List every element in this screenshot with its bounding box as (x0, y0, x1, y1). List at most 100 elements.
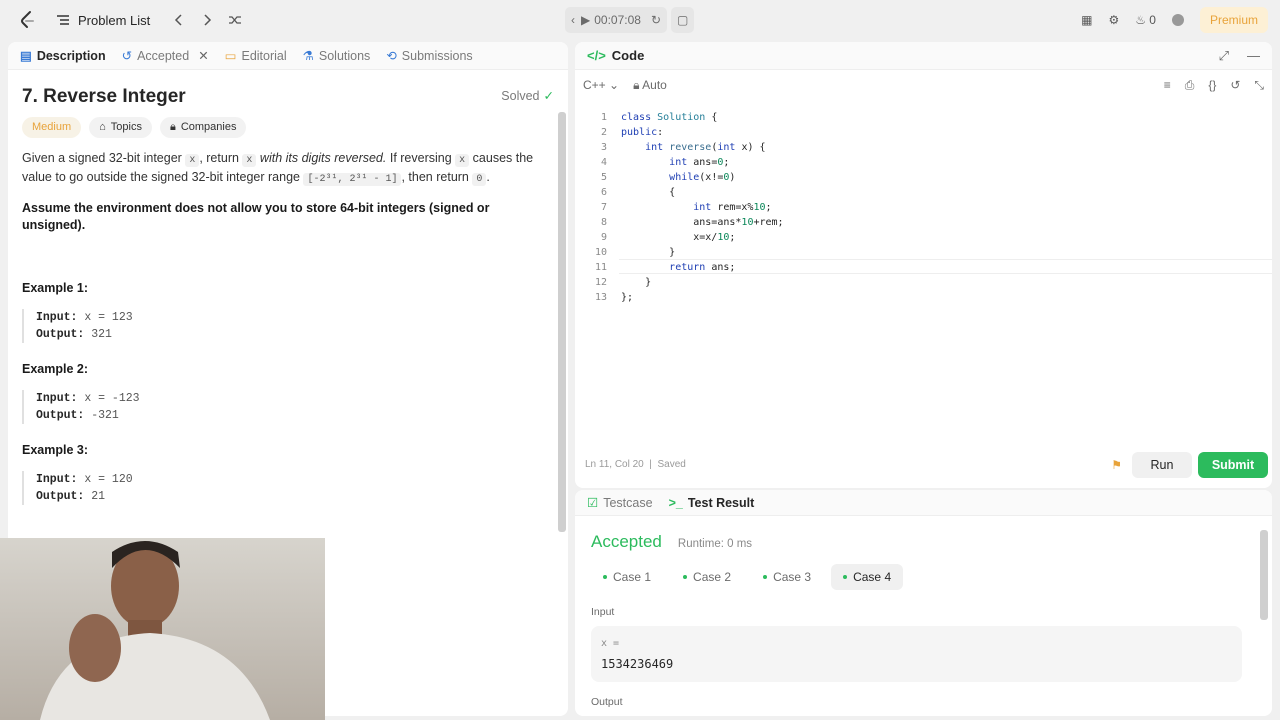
tab-submissions-label: Submissions (401, 48, 473, 63)
code-line[interactable]: } (621, 245, 675, 260)
case-label: Case 3 (773, 570, 812, 584)
companies-label: Companies (180, 121, 237, 133)
code-icon: </> (587, 48, 606, 63)
code-line[interactable]: ans=ans*10+rem; (621, 215, 783, 230)
mode-toggle[interactable]: 🔒︎ Auto (633, 78, 667, 93)
fire-streak[interactable]: ♨ 0 (1135, 13, 1156, 27)
code-x: x (455, 154, 470, 167)
companies-chip[interactable]: 🔒︎ Companies (159, 117, 247, 138)
doc-icon: ▤ (20, 49, 32, 63)
chevron-right-icon[interactable] (200, 13, 214, 27)
premium-button[interactable]: Premium (1199, 7, 1268, 33)
tab-test-result[interactable]: >_ Test Result (669, 496, 755, 510)
leetcode-logo-icon[interactable] (18, 10, 38, 30)
bookmark-icon[interactable]: ⎙ (1185, 78, 1195, 93)
history-icon: ↺ (121, 49, 133, 63)
example-2: Example 2: Input: x = -123 Output: -321 (22, 361, 554, 424)
output-label: Output: (36, 490, 85, 503)
close-icon[interactable]: ✕ (198, 48, 208, 63)
code-editor[interactable]: 1 class Solution {2 public: 3 int reverse(i… (575, 102, 1272, 442)
debug-icon[interactable]: ⚑ (1111, 458, 1122, 472)
code-range: [-2³¹, 2³¹ - 1] (303, 173, 402, 186)
chevron-left-icon[interactable]: ‹ (571, 13, 575, 27)
run-button[interactable]: Run (1132, 452, 1192, 478)
description-text: Given a signed 32-bit integer x, return … (22, 151, 534, 186)
topics-chip[interactable]: ⌂ Topics (89, 117, 152, 138)
description-scrollbar[interactable] (558, 112, 566, 532)
code-line[interactable]: int reverse(int x) { (621, 140, 765, 155)
code-header: </> Code ⤢ — (575, 42, 1272, 70)
chevron-left-icon[interactable] (172, 13, 186, 27)
example-input: x = 120 (84, 473, 133, 486)
line-number: 5 (600, 172, 607, 183)
case-tab[interactable]: Case 4 (831, 564, 904, 590)
lock-icon: 🔒︎ (633, 77, 640, 92)
tab-solutions[interactable]: ⚗ Solutions (303, 48, 371, 64)
case-tab[interactable]: Case 3 (751, 564, 823, 590)
braces-icon[interactable]: {} (1208, 78, 1216, 92)
tab-solutions-label: Solutions (318, 48, 371, 63)
code-line[interactable]: }; (621, 290, 633, 305)
line-number: 7 (600, 202, 607, 213)
problem-description: 7. Reverse Integer Solved ✓ Medium ⌂ Topic… (8, 70, 568, 505)
code-line[interactable]: public: (621, 125, 663, 140)
tab-accepted[interactable]: ↺ Accepted ✕ (121, 48, 209, 64)
code-toolbar: C++ ⌄ 🔒︎ Auto ≡ ⎙ {} ↺ ⤡ (575, 70, 1272, 100)
case-tab[interactable]: Case 2 (671, 564, 743, 590)
tab-submissions[interactable]: ⟲ Submissions (386, 48, 473, 64)
saved-status: Saved (657, 459, 686, 470)
timer-text: 00:07:08 (594, 13, 641, 27)
code-line[interactable]: } (621, 275, 651, 290)
code-line[interactable]: int ans=0; (621, 155, 729, 170)
gear-icon[interactable]: ⚙ (1108, 13, 1119, 27)
code-line[interactable]: while(x!=0) (621, 170, 735, 185)
submit-button[interactable]: Submit (1198, 452, 1268, 478)
line-number: 12 (594, 277, 607, 288)
problem-list-button[interactable]: Problem List (56, 13, 150, 28)
input-var: x = (601, 638, 620, 649)
result-scrollbar[interactable] (1260, 530, 1268, 620)
code-line[interactable]: x=x/10; (621, 230, 735, 245)
top-bar: Problem List ‹ ▶ 00:07:08 ↻ ▢ ▦ ⚙ ♨ 0 Pr… (0, 0, 1280, 40)
undo-icon[interactable]: ↺ (1230, 78, 1240, 92)
checkbox-icon: ☑ (587, 496, 599, 510)
notes-button[interactable]: ▢ (671, 7, 695, 33)
fullscreen-icon[interactable]: ⤡ (1254, 78, 1264, 93)
solved-status: Solved ✓ (501, 88, 554, 105)
problem-title[interactable]: 7. Reverse Integer (22, 87, 186, 106)
case-label: Case 2 (693, 570, 732, 584)
current-line-highlight (619, 259, 1272, 274)
code-line[interactable]: { (621, 185, 675, 200)
layout-icon[interactable]: ▦ (1081, 13, 1092, 27)
desc-part-6: , then return (401, 170, 469, 184)
format-icon[interactable]: ≡ (1164, 78, 1171, 92)
minimize-icon[interactable]: — (1247, 48, 1260, 63)
timer-box[interactable]: ‹ ▶ 00:07:08 ↻ (565, 7, 668, 33)
shuffle-icon[interactable] (228, 13, 242, 27)
runtime: Runtime: 0 ms (677, 538, 753, 550)
fire-count: 0 (1149, 13, 1156, 27)
desc-part-3: with its digits reversed. (259, 151, 387, 165)
avatar[interactable] (1171, 14, 1184, 26)
code-line[interactable]: int rem=x%10; (621, 200, 771, 215)
code-panel: </> Code ⤢ — C++ ⌄ 🔒︎ Auto ≡ ⎙ {} ↺ ⤡ 1 c… (575, 42, 1272, 488)
case-label: Case 4 (853, 570, 892, 584)
tab-testcase[interactable]: ☑ Testcase (587, 495, 653, 511)
example-output: 21 (91, 490, 106, 503)
code-x: x (242, 154, 257, 167)
language-select[interactable]: C++ ⌄ (583, 78, 619, 92)
tab-description[interactable]: ▤ Description (20, 48, 106, 64)
presenter-image (40, 541, 270, 720)
expand-icon[interactable]: ⤢ (1219, 48, 1229, 64)
pass-dot-icon (603, 575, 607, 579)
code-line[interactable]: class Solution { (621, 110, 717, 125)
case-tab[interactable]: Case 1 (591, 564, 663, 590)
play-icon[interactable]: ▶ (581, 13, 590, 27)
reset-icon[interactable]: ↻ (651, 13, 661, 27)
difficulty-badge[interactable]: Medium (22, 117, 82, 138)
verdict: Accepted (591, 532, 662, 551)
tab-editorial[interactable]: ▭ Editorial (225, 48, 287, 64)
example-title: Example 2: (22, 362, 89, 376)
line-number: 1 (600, 112, 607, 123)
result-tabs: ☑ Testcase >_ Test Result (575, 490, 1272, 516)
